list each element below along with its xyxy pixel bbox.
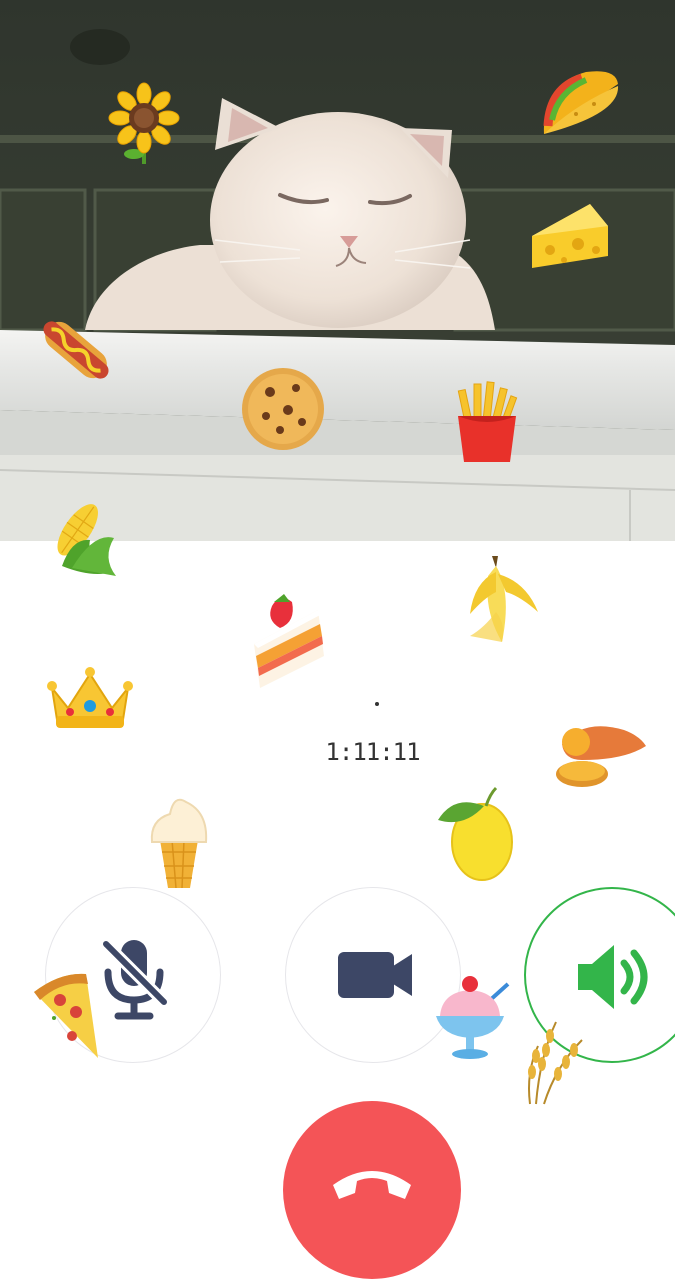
hot-dog-sticker bbox=[36, 308, 116, 392]
sweet-potato-sticker bbox=[554, 716, 648, 792]
pizza-slice-sticker bbox=[30, 970, 102, 1062]
rice-ear-sticker bbox=[516, 1016, 588, 1106]
call-status-indicator bbox=[375, 702, 379, 706]
banana-sticker bbox=[466, 552, 540, 646]
taco-sticker bbox=[536, 64, 620, 140]
french-fries-sticker bbox=[452, 380, 522, 464]
corn-sticker bbox=[32, 498, 118, 578]
end-call-button[interactable] bbox=[283, 1101, 461, 1279]
ice-cream-cone-sticker bbox=[146, 790, 212, 890]
phone-hangup-icon bbox=[333, 1171, 411, 1199]
strawberry-cake-sticker bbox=[250, 592, 328, 690]
lemon-sticker bbox=[436, 784, 516, 882]
sunflower-sticker bbox=[108, 82, 180, 166]
shaved-ice-sticker bbox=[432, 972, 512, 1062]
cookie-sticker bbox=[240, 366, 326, 452]
crown-sticker bbox=[46, 664, 134, 734]
cheese-sticker bbox=[528, 200, 610, 270]
